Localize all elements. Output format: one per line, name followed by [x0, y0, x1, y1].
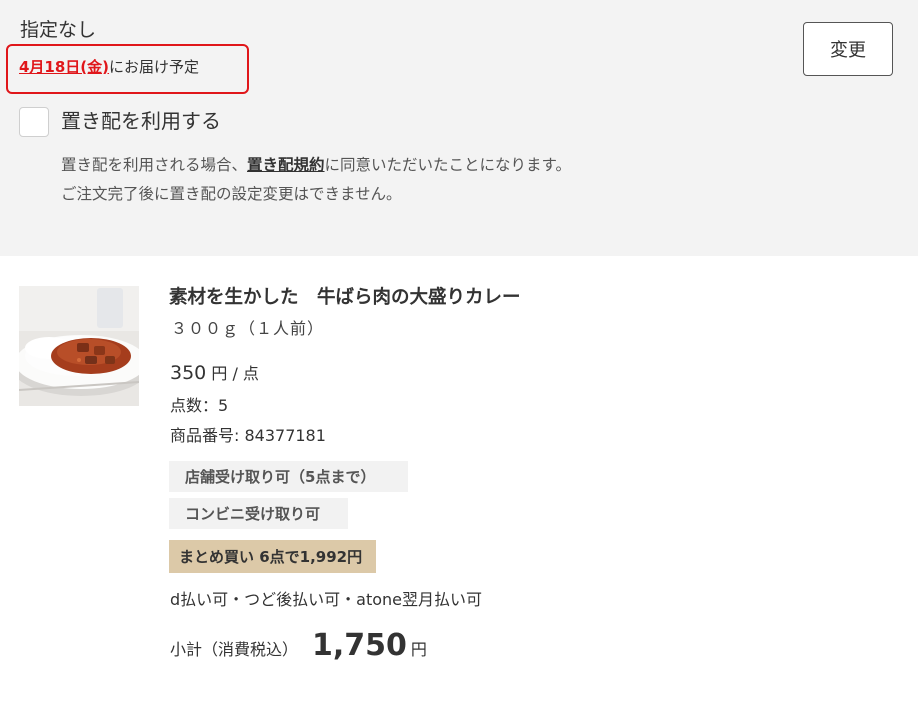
product-price-unit: 円 / 点 — [206, 364, 259, 383]
bulk-discount-badge: まとめ買い 6点で1,992円 — [169, 540, 376, 573]
okihai-note-prefix: 置き配を利用される場合、 — [61, 156, 248, 174]
product-code: 商品番号: 84377181 — [170, 426, 326, 445]
subtotal: 小計（消費税込） 1,750 円 — [170, 628, 427, 668]
delivery-date-suffix: にお届け予定 — [109, 58, 200, 76]
subtotal-unit: 円 — [410, 640, 427, 659]
delivery-panel: 指定なし 4月18日(金)にお届け予定 変更 置き配を利用する 置き配を利用され… — [0, 0, 918, 256]
subtotal-amount: 1,750 — [312, 628, 407, 663]
delivery-date-link[interactable]: 4月18日(金) — [19, 58, 109, 76]
product-price-value: 350 — [170, 362, 207, 384]
curry-plate-illustration — [19, 286, 139, 406]
okihai-note-suffix: に同意いただいたことになります。 — [324, 156, 571, 174]
product-price: 350 円 / 点 — [170, 360, 259, 387]
okihai-warning: ご注文完了後に置き配の設定変更はできません。 — [61, 185, 402, 203]
subtotal-label: 小計（消費税込） — [170, 640, 299, 659]
delivery-time-unspecified: 指定なし — [20, 19, 97, 41]
product-title[interactable]: 素材を生かした 牛ばら肉の大盛りカレー — [169, 286, 521, 310]
convenience-store-pickup-tag: コンビニ受け取り可 — [169, 498, 348, 529]
product-image[interactable] — [19, 286, 139, 406]
delivery-date-line: 4月18日(金)にお届け予定 — [19, 56, 199, 78]
product-size: ３００ｇ（１人前） — [171, 319, 325, 338]
product-quantity: 点数：5 — [170, 396, 229, 415]
payment-options: d払い可・つど後払い可・atone翌月払い可 — [170, 590, 483, 609]
okihai-note: 置き配を利用される場合、置き配規約に同意いただいたことになります。 — [61, 154, 571, 176]
okihai-terms-link[interactable]: 置き配規約 — [247, 156, 325, 174]
change-button[interactable]: 変更 — [803, 22, 893, 76]
okihai-label[interactable]: 置き配を利用する — [61, 108, 221, 134]
okihai-checkbox[interactable] — [19, 107, 49, 137]
store-pickup-tag: 店舗受け取り可（5点まで） — [169, 461, 408, 492]
